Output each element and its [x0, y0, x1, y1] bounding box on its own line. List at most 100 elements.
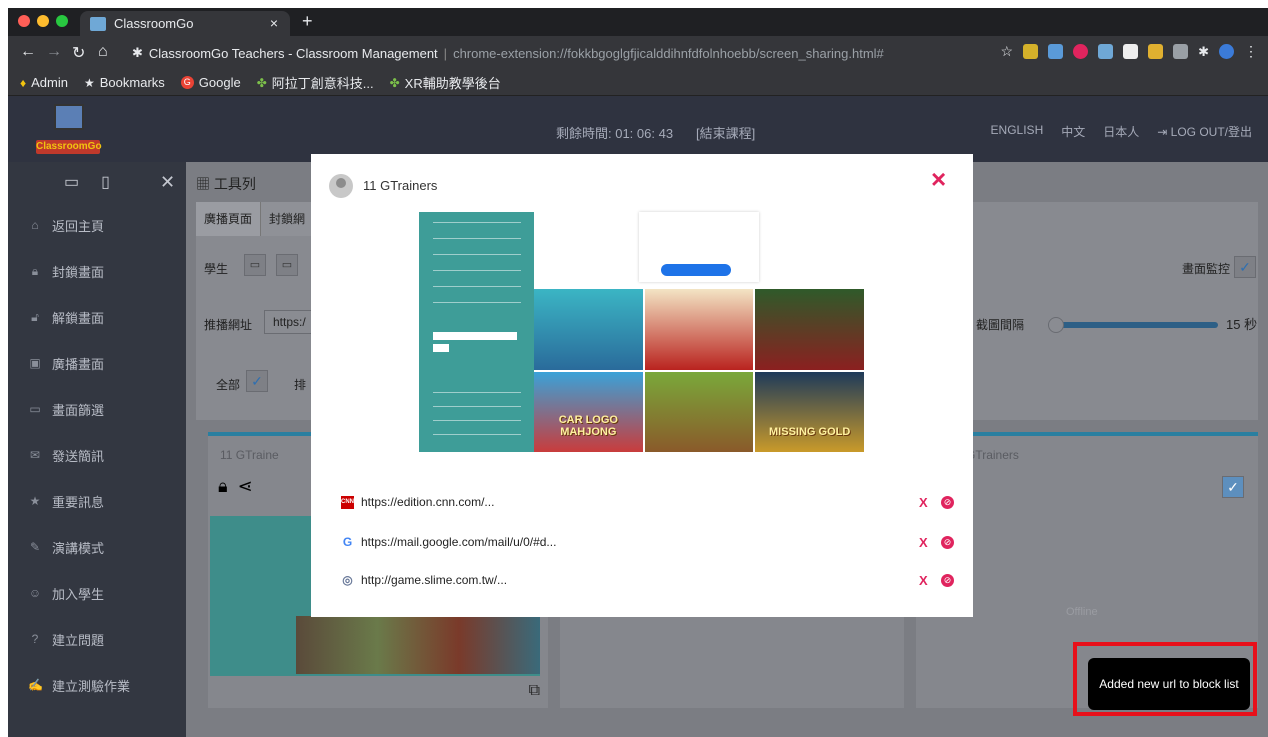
- google-icon: G: [180, 76, 194, 89]
- lang-chinese[interactable]: 中文: [1061, 123, 1085, 140]
- capture-interval-slider[interactable]: [1048, 317, 1218, 333]
- bookmark-admin[interactable]: ♦ Admin: [20, 75, 68, 90]
- student-1-toggle[interactable]: ▭: [244, 254, 266, 276]
- broadcast-icon: ▣: [29, 356, 41, 370]
- game-tile: [534, 289, 643, 370]
- screenshot-sidebar: [419, 212, 534, 452]
- extension-4-icon[interactable]: [1098, 44, 1114, 59]
- extension-6-icon[interactable]: [1148, 44, 1164, 59]
- screen-monitor-checkbox[interactable]: ✓: [1234, 256, 1256, 278]
- sidebar-item-quiz[interactable]: ✍ 建立測驗作業: [8, 662, 186, 708]
- url-text[interactable]: https://mail.google.com/mail/u/0/#d...: [361, 535, 556, 549]
- message-icon: ✉: [29, 448, 41, 462]
- back-icon[interactable]: ←: [20, 43, 36, 61]
- lock-icon[interactable]: 🔒︎: [218, 476, 228, 497]
- page-title-in-omnibox: ClassroomGo Teachers - Classroom Managem…: [148, 45, 438, 61]
- extension-1-icon[interactable]: [1023, 44, 1039, 59]
- sidebar-item-presentation[interactable]: ✎ 演講模式: [8, 524, 186, 570]
- remove-url-button[interactable]: X: [919, 573, 928, 588]
- url-text[interactable]: https://edition.cnn.com/...: [361, 495, 494, 509]
- lang-english[interactable]: ENGLISH: [991, 123, 1044, 140]
- block-url-icon[interactable]: ⊘: [941, 573, 954, 587]
- block-url-icon[interactable]: ⊘: [941, 495, 954, 509]
- sidebar-item-broadcast[interactable]: ▣ 廣播畫面: [8, 340, 186, 386]
- tools-tabs: 廣播頁面 封鎖網: [196, 202, 315, 236]
- zoom-window-button[interactable]: [56, 15, 68, 27]
- bookmark-aladdin[interactable]: ✤ 阿拉丁創意科技...: [257, 73, 374, 92]
- question-icon: ?: [31, 632, 39, 646]
- game-tile: [644, 289, 754, 370]
- browser-tab[interactable]: ClassroomGo ×: [80, 11, 290, 36]
- modal-close-icon[interactable]: ×: [931, 166, 946, 192]
- sidebar-item-lock[interactable]: 🔒︎ 封鎖畫面: [8, 248, 186, 294]
- screenshot-input: [433, 332, 517, 340]
- tab-block-sites[interactable]: 封鎖網: [261, 202, 315, 236]
- omnibox-separator: |: [443, 45, 448, 61]
- bookmark-google[interactable]: G Google: [180, 75, 241, 90]
- star-icon: ★: [83, 75, 95, 90]
- classroomgo-logo[interactable]: ClassroomGo: [36, 104, 102, 156]
- mobile-icon[interactable]: ▯: [101, 172, 110, 192]
- toast-message: Added new url to block list: [1099, 677, 1239, 691]
- student-2-toggle[interactable]: ▭: [276, 254, 298, 276]
- remove-url-button[interactable]: X: [919, 495, 928, 510]
- thumbnail-games: [296, 616, 540, 674]
- end-course-link[interactable]: [結束課程]: [696, 123, 755, 142]
- select-all-checkbox[interactable]: ✓: [246, 370, 268, 392]
- cnn-icon: CNN: [341, 495, 354, 509]
- extension-2-icon[interactable]: [1048, 44, 1064, 59]
- sidebar-item-question[interactable]: ? 建立問題: [8, 616, 186, 662]
- extensions-puzzle-icon[interactable]: ✱: [1198, 44, 1209, 60]
- home-icon[interactable]: ⌂: [98, 43, 108, 61]
- block-url-icon[interactable]: ⊘: [941, 535, 954, 549]
- extension-7-icon[interactable]: [1173, 44, 1189, 59]
- classroomgo-favicon-icon: [90, 16, 106, 31]
- browser-menu-icon[interactable]: ⋮: [1244, 43, 1258, 60]
- new-tab-button[interactable]: +: [302, 11, 313, 32]
- tab-title: ClassroomGo: [114, 16, 194, 31]
- tab-strip: ClassroomGo × +: [8, 8, 1268, 36]
- url-text[interactable]: http://game.slime.com.tw/...: [361, 573, 507, 587]
- url-text: chrome-extension://fokkbgoglgfjicalddihn…: [453, 45, 884, 61]
- profile-avatar-icon[interactable]: [1219, 44, 1234, 59]
- tab-broadcast-page[interactable]: 廣播頁面: [196, 202, 262, 236]
- screen-monitor-label: 畫面監控: [1182, 262, 1231, 276]
- forward-icon[interactable]: →: [46, 43, 62, 61]
- bookmark-star-icon[interactable]: ☆: [1001, 43, 1014, 60]
- sidebar-item-screen-filter[interactable]: ▭ 畫面篩選: [8, 386, 186, 432]
- extension-5-icon[interactable]: [1123, 44, 1139, 59]
- browser-toolbar: ← → ↻ ⌂ ✱ ClassroomGo Teachers - Classro…: [8, 36, 1268, 70]
- remove-url-button[interactable]: X: [919, 535, 928, 550]
- bookmark-xr[interactable]: ✤ XR輔助教學後台: [390, 73, 501, 92]
- desktop-icon[interactable]: ▭: [64, 172, 79, 192]
- sidebar-item-add-student[interactable]: ☺ 加入學生: [8, 570, 186, 616]
- open-external-icon[interactable]: ⧉: [529, 682, 540, 700]
- game-tile: MISSING GOLD: [755, 371, 864, 452]
- bookmark-bookmarks[interactable]: ★ Bookmarks: [84, 75, 165, 90]
- share-icon[interactable]: ⋖: [238, 476, 253, 497]
- logout-button[interactable]: ⇥ LOG OUT/登出: [1157, 123, 1252, 140]
- extension-3-icon[interactable]: [1073, 44, 1089, 59]
- screenshot-menu-line: [433, 434, 521, 435]
- push-url-input[interactable]: https:/: [264, 310, 315, 334]
- card-select-checkbox[interactable]: ✓: [1222, 476, 1244, 498]
- student-label: 學生: [204, 262, 229, 276]
- lang-japanese[interactable]: 日本人: [1103, 123, 1139, 140]
- address-bar[interactable]: ✱ ClassroomGo Teachers - Classroom Manag…: [132, 41, 952, 65]
- close-window-button[interactable]: [18, 15, 30, 27]
- reload-icon[interactable]: ↻: [72, 43, 85, 63]
- minimize-window-button[interactable]: [37, 15, 49, 27]
- slider-knob[interactable]: [1048, 317, 1064, 333]
- sidebar-item-home[interactable]: ⌂ 返回主頁: [8, 202, 186, 248]
- sidebar-item-unlock[interactable]: 🔓︎ 解鎖畫面: [8, 294, 186, 340]
- capture-interval-label: 截圖間隔: [976, 318, 1025, 332]
- toast-notification: Added new url to block list: [1088, 658, 1250, 710]
- sidebar-item-important[interactable]: ★ 重要訊息: [8, 478, 186, 524]
- screenshot-dialog: [639, 212, 759, 282]
- window-controls: [18, 15, 68, 27]
- sidebar-item-message[interactable]: ✉ 發送簡訊: [8, 432, 186, 478]
- tab-close-icon[interactable]: ×: [270, 15, 278, 31]
- sidebar-device-toggle: ▭ ▯ ✕: [8, 162, 186, 202]
- sidebar-close-icon[interactable]: ✕: [160, 172, 175, 193]
- puzzle-icon: ✤: [389, 75, 400, 90]
